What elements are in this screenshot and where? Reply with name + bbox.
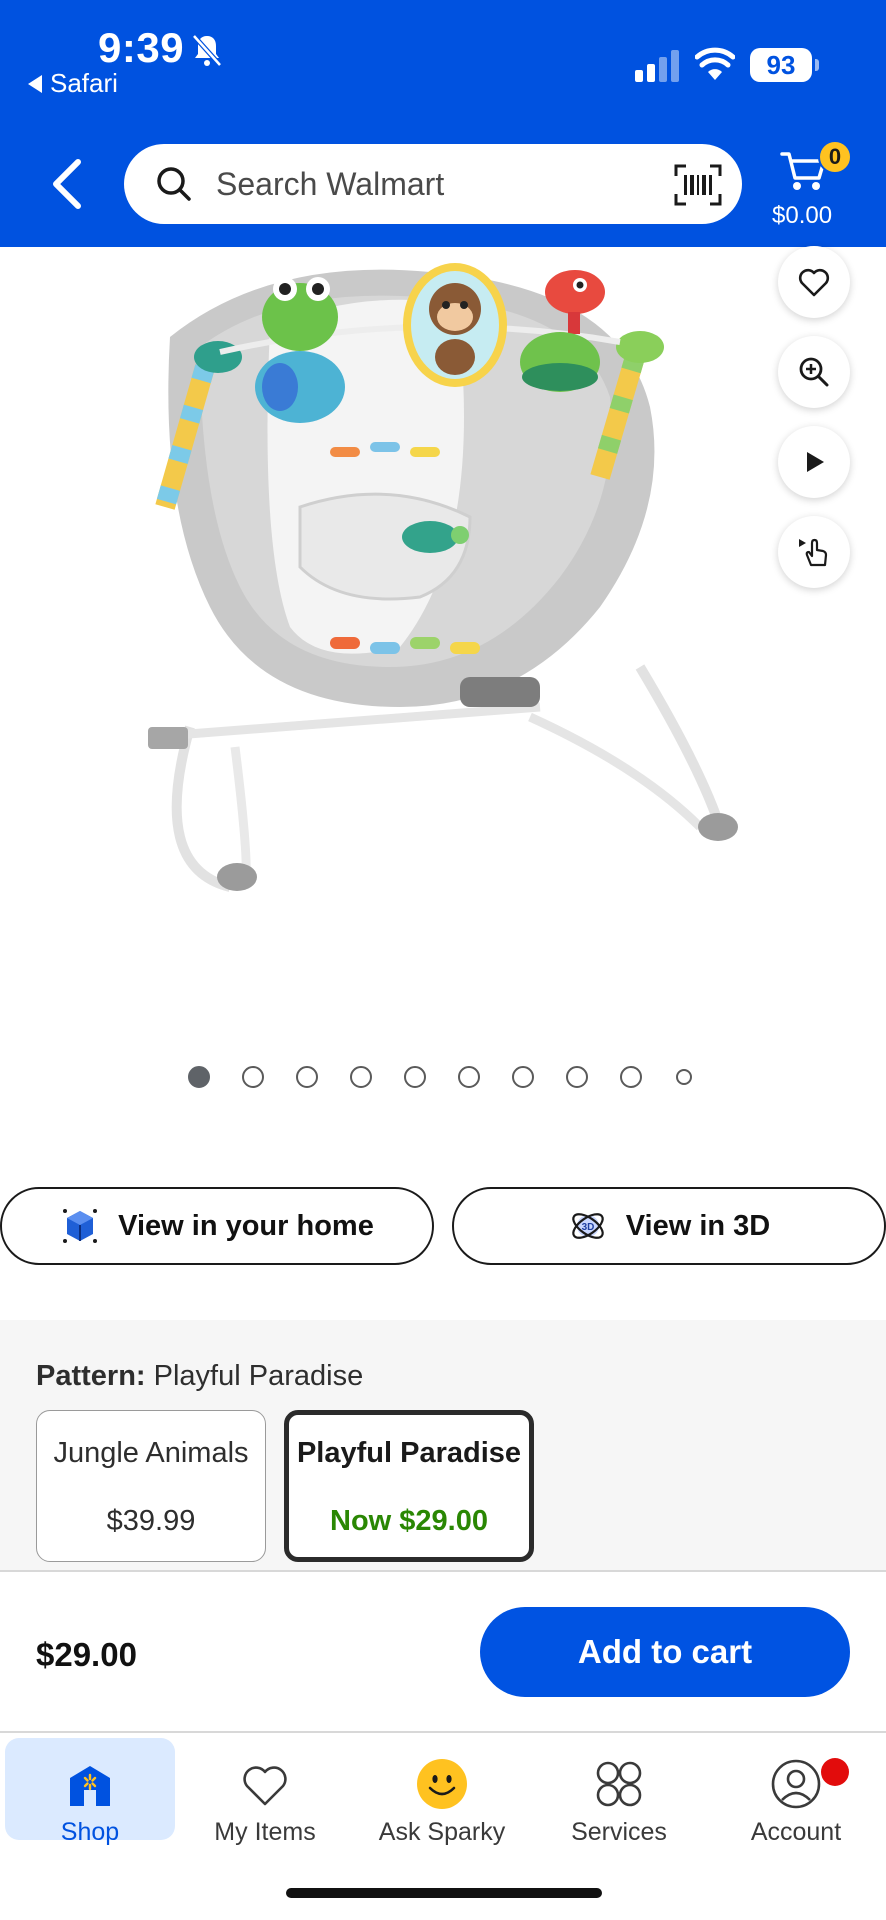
carousel-dot[interactable] xyxy=(404,1066,426,1088)
search-icon xyxy=(157,167,191,201)
barcode-scan-icon[interactable] xyxy=(674,164,722,206)
home-indicator xyxy=(286,1888,602,1898)
back-to-safari-link[interactable]: Safari xyxy=(28,68,118,99)
ar-cube-icon xyxy=(63,1209,98,1243)
carousel-dot[interactable] xyxy=(566,1066,588,1088)
favorite-button[interactable] xyxy=(778,246,850,318)
battery-indicator: 93 xyxy=(750,48,819,82)
carousel-dot[interactable] xyxy=(350,1066,372,1088)
back-triangle-icon xyxy=(28,74,42,93)
hand-pointer-icon xyxy=(799,538,828,567)
carousel-dot[interactable] xyxy=(676,1069,692,1085)
carousel-dot[interactable] xyxy=(620,1066,642,1088)
carousel-dot[interactable] xyxy=(512,1066,534,1088)
tab-services[interactable]: Services xyxy=(534,1738,704,1846)
tab-ask-sparky[interactable]: Ask Sparky xyxy=(357,1738,527,1846)
cart-total: $0.00 xyxy=(772,202,833,229)
pattern-option-playful-paradise[interactable]: Playful Paradise Now $29.00 xyxy=(284,1410,534,1562)
cart-button[interactable]: 0 $0.00 xyxy=(768,140,868,236)
view-in-your-home-label: View in your home xyxy=(118,1209,374,1242)
pattern-label: Pattern: Playful Paradise xyxy=(36,1360,363,1393)
zoom-in-icon xyxy=(799,357,829,387)
view-in-3d-label: View in 3D xyxy=(625,1209,771,1242)
carousel-dots xyxy=(188,1066,708,1090)
tab-my-items[interactable]: My Items xyxy=(180,1738,350,1846)
pattern-option-name: Jungle Animals xyxy=(53,1437,249,1469)
svg-text:3D: 3D xyxy=(581,1222,594,1233)
tab-label: My Items xyxy=(214,1818,316,1846)
zoom-button[interactable] xyxy=(778,336,850,408)
tab-label: Account xyxy=(750,1818,842,1846)
pattern-option-price: $39.99 xyxy=(106,1505,196,1537)
sparky-smiley-icon xyxy=(417,1759,467,1809)
pattern-option-name: Playful Paradise xyxy=(296,1437,522,1469)
tab-shop[interactable]: Shop xyxy=(5,1738,175,1846)
pattern-label-title: Pattern: xyxy=(36,1360,146,1392)
tab-label: Ask Sparky xyxy=(378,1818,506,1846)
bell-muted-icon xyxy=(192,34,222,67)
search-input[interactable] xyxy=(216,162,636,206)
account-avatar-icon xyxy=(771,1759,821,1809)
divider xyxy=(0,1570,886,1572)
product-image-bouncer[interactable] xyxy=(0,247,886,1047)
search-bar[interactable] xyxy=(124,144,742,224)
carousel-dot[interactable] xyxy=(188,1066,210,1088)
heart-icon xyxy=(798,268,830,297)
interactive-tour-button[interactable] xyxy=(778,516,850,588)
cellular-signal-icon xyxy=(635,50,679,82)
heart-icon xyxy=(243,1766,287,1806)
current-price: $29.00 xyxy=(36,1636,137,1673)
3d-rotate-icon: 3D xyxy=(571,1213,604,1239)
view-in-your-home-button[interactable]: View in your home xyxy=(0,1187,434,1265)
pattern-selected-value: Playful Paradise xyxy=(153,1360,364,1392)
tab-label: Shop xyxy=(60,1818,120,1846)
pattern-option-price: Now $29.00 xyxy=(330,1505,488,1537)
pattern-option-jungle-animals[interactable]: Jungle Animals $39.99 xyxy=(36,1410,266,1562)
view-in-3d-button[interactable]: 3D View in 3D xyxy=(452,1187,886,1265)
back-app-label: Safari xyxy=(50,68,118,98)
carousel-dot[interactable] xyxy=(296,1066,318,1088)
tab-label: Services xyxy=(571,1818,667,1846)
notification-dot xyxy=(821,1758,849,1786)
play-icon xyxy=(807,452,824,472)
back-arrow-icon[interactable] xyxy=(46,158,90,210)
play-video-button[interactable] xyxy=(778,426,850,498)
status-time: 9:39 xyxy=(98,24,185,71)
add-to-cart-button[interactable]: Add to cart xyxy=(480,1607,850,1697)
store-icon xyxy=(70,1766,110,1806)
tab-account[interactable]: Account xyxy=(711,1738,881,1846)
wifi-icon xyxy=(695,47,735,80)
carousel-dot[interactable] xyxy=(458,1066,480,1088)
app-header: 9:39 Safari 93 Search Walmart 0 $0.00 xyxy=(0,0,886,247)
services-grid-icon xyxy=(596,1761,642,1807)
cart-count-badge: 0 xyxy=(818,140,852,174)
carousel-dot[interactable] xyxy=(242,1066,264,1088)
pattern-selector: Pattern: Playful Paradise Jungle Animals… xyxy=(0,1320,886,1570)
